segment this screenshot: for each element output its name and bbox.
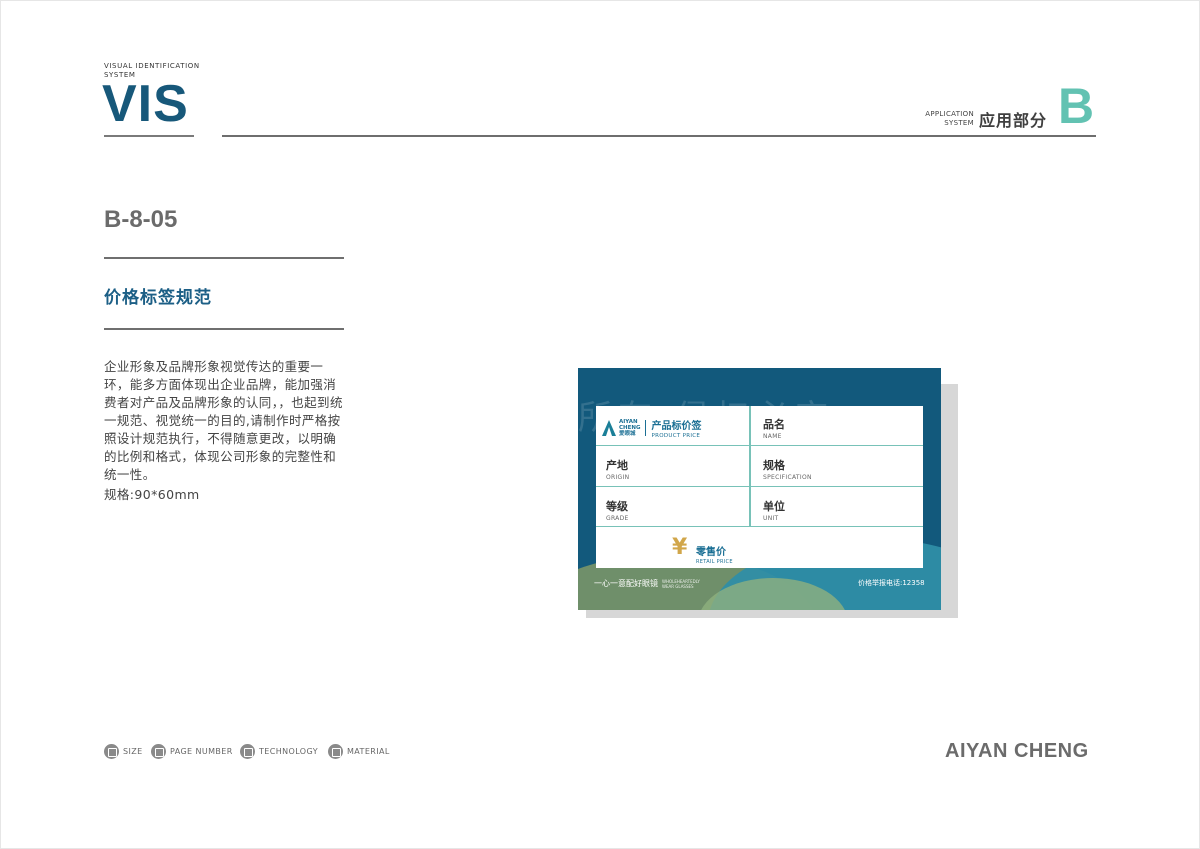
- footer-size-label: SIZE: [123, 747, 143, 756]
- tag-origin-cell: 产地 ORIGIN: [596, 447, 749, 487]
- unit-label-cn: 单位: [763, 500, 785, 513]
- logo-text: AIYAN CHENG 爱眼城: [619, 419, 641, 437]
- tag-logo-cell: AIYAN CHENG 爱眼城 产品标价签 PRODUCT PRICE: [596, 406, 749, 446]
- origin-label-cn: 产地: [606, 459, 628, 472]
- title-divider-bottom: [104, 328, 344, 330]
- description-text: 企业形象及品牌形象视觉传达的重要一环，能多方面体现出企业品牌，能加强消费者对产品…: [104, 359, 343, 482]
- title-divider-top: [104, 257, 344, 259]
- footer-brand: AIYAN CHENG: [945, 740, 1089, 762]
- retail-label-cn: 零售价: [696, 547, 726, 558]
- page-code: B-8-05: [104, 206, 178, 233]
- footer-size: SIZE: [104, 744, 143, 759]
- tag-unit-cell: 单位 UNIT: [751, 488, 923, 527]
- footer-page-number: PAGE NUMBER: [151, 744, 233, 759]
- footer-page-number-label: PAGE NUMBER: [170, 747, 233, 756]
- section-subtitle: APPLICATION SYSTEM: [925, 110, 974, 127]
- tag-card: AIYAN CHENG 爱眼城 产品标价签 PRODUCT PRICE 品名 N…: [596, 406, 923, 568]
- page-title: 价格标签规范: [104, 288, 212, 308]
- retail-label-en: RETAIL PRICE: [696, 559, 733, 565]
- name-label-cn: 品名: [763, 418, 785, 431]
- spec-text: 规格:90*60mm: [104, 487, 200, 502]
- price-tag: 所有 侵权必究 AIYAN CHENG 爱眼城 产品标价签 PRODUCT PR…: [578, 368, 941, 610]
- tag-title-en: PRODUCT PRICE: [651, 433, 701, 439]
- header-divider: [222, 135, 1096, 137]
- tag-title-cn: 产品标价签: [651, 421, 702, 432]
- vis-divider: [104, 135, 194, 137]
- footer-technology-label: TECHNOLOGY: [259, 747, 318, 756]
- logo-line-3: 爱眼城: [619, 431, 636, 437]
- section-letter: B: [1058, 78, 1095, 134]
- tag-title: 产品标价签 PRODUCT PRICE: [652, 417, 702, 439]
- grade-label-cn: 等级: [606, 500, 628, 513]
- material-icon: [328, 744, 343, 759]
- tag-grade-cell: 等级 GRADE: [596, 488, 749, 527]
- origin-label-en: ORIGIN: [606, 474, 630, 481]
- unit-label-en: UNIT: [763, 515, 779, 522]
- slogan-cn: 一心一意配好眼镜: [594, 579, 658, 588]
- tag-logo: AIYAN CHENG 爱眼城 产品标价签 PRODUCT PRICE: [602, 417, 702, 439]
- spec-label-cn: 规格: [763, 459, 785, 472]
- tag-name-cell: 品名 NAME: [751, 406, 923, 446]
- section-title: 应用部分: [979, 111, 1048, 130]
- retail-price-label: 零售价 RETAIL PRICE: [696, 543, 733, 565]
- tag-spec-cell: 规格 SPECIFICATION: [751, 447, 923, 487]
- name-label-en: NAME: [763, 433, 782, 440]
- size-icon: [104, 744, 119, 759]
- yen-icon: ¥: [672, 535, 688, 560]
- vis-title: VIS: [102, 75, 189, 133]
- footer-technology: TECHNOLOGY: [240, 744, 318, 759]
- technology-icon: [240, 744, 255, 759]
- footer-material-label: MATERIAL: [347, 747, 390, 756]
- price-hotline: 价格举报电话:12358: [858, 579, 925, 587]
- page-number-icon: [151, 744, 166, 759]
- logo-triangle-icon: [602, 420, 616, 436]
- spec-label-en: SPECIFICATION: [763, 474, 812, 481]
- tag-slogan: 一心一意配好眼镜 WHOLEHEARTEDLY WEAR GLASSES: [594, 578, 702, 589]
- footer-material: MATERIAL: [328, 744, 390, 759]
- grade-label-en: GRADE: [606, 515, 629, 522]
- slogan-en: WHOLEHEARTEDLY WEAR GLASSES: [662, 578, 700, 589]
- logo-separator: [644, 420, 646, 436]
